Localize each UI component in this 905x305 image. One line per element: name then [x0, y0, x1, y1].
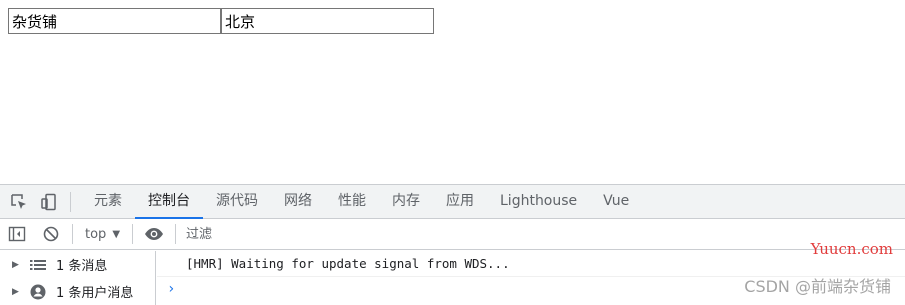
tab-network[interactable]: 网络 — [271, 185, 325, 218]
tab-vue[interactable]: Vue — [590, 185, 642, 218]
triangle-down-icon: ▼ — [112, 228, 121, 240]
console-sidebar: ▶ 1 条消息 ▶ 1 条用户消息 — [0, 251, 156, 305]
caret-right-icon: ▶ — [12, 286, 19, 297]
inspect-element-icon[interactable] — [4, 187, 34, 217]
text-input-1[interactable] — [8, 8, 221, 34]
sidebar-item-label: 1 条消息 — [56, 259, 108, 274]
page-form — [8, 8, 434, 34]
sidebar-item-messages[interactable]: ▶ 1 条消息 — [0, 251, 155, 278]
toolbar-separator — [132, 224, 134, 244]
tab-elements[interactable]: 元素 — [81, 185, 135, 218]
sidebar-toggle-icon[interactable] — [0, 219, 34, 249]
live-expression-icon[interactable] — [137, 219, 171, 249]
sidebar-item-label: 1 条用户消息 — [56, 286, 134, 301]
context-label: top — [85, 226, 107, 242]
device-toolbar-icon[interactable] — [34, 187, 64, 217]
tab-performance[interactable]: 性能 — [325, 185, 379, 218]
tab-console[interactable]: 控制台 — [135, 185, 203, 219]
filter-input[interactable] — [186, 222, 887, 246]
console-toolbar: top ▼ — [0, 219, 905, 250]
user-icon — [30, 284, 46, 299]
tab-application[interactable]: 应用 — [433, 185, 487, 218]
tab-lighthouse[interactable]: Lighthouse — [487, 185, 590, 218]
devtools-tab-bar: 元素 控制台 源代码 网络 性能 内存 应用 Lighthouse Vue — [0, 184, 905, 219]
list-icon — [30, 259, 46, 270]
context-selector[interactable]: top ▼ — [77, 227, 128, 242]
toolbar-separator — [175, 224, 177, 244]
caret-right-icon: ▶ — [12, 259, 19, 270]
clear-console-icon[interactable] — [34, 219, 68, 249]
prompt-chevron-icon: › — [167, 281, 176, 297]
tab-separator — [70, 191, 71, 212]
toolbar-separator — [72, 224, 73, 244]
sidebar-item-user-messages[interactable]: ▶ 1 条用户消息 — [0, 278, 155, 305]
text-input-2[interactable] — [221, 8, 434, 34]
csdn-watermark: CSDN @前端杂货铺 — [744, 277, 891, 296]
tab-sources[interactable]: 源代码 — [203, 185, 271, 218]
tab-memory[interactable]: 内存 — [379, 185, 433, 218]
site-watermark: Yuucn.com — [810, 240, 893, 258]
